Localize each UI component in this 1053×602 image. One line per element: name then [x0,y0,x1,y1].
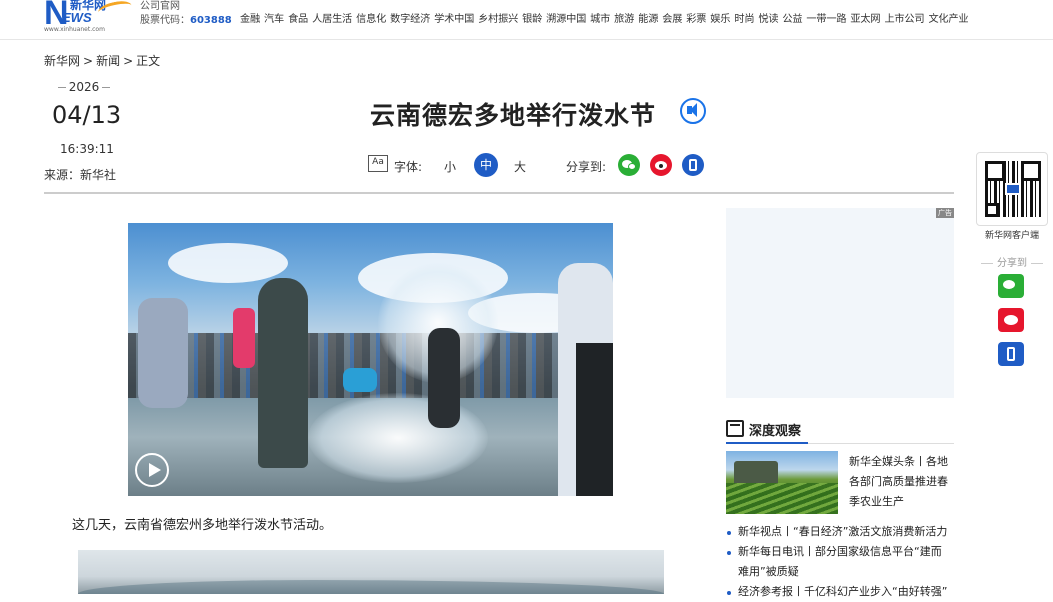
channel-link[interactable]: 彩票 [686,14,706,25]
channel-link[interactable]: 亚太网 [850,14,880,25]
feature-thumbnail-farmland[interactable] [726,451,838,514]
stock-code: 股票代码：603888 [140,15,232,26]
logo-text: EWS [62,10,92,25]
channel-link[interactable]: 文化产业 [928,14,968,25]
feature-headline[interactable]: 新华全媒头条丨各地各部门高质量推进春季农业生产 [849,452,955,512]
news-list-item[interactable]: 经济参考报丨千亿科幻产业步入“由好转强” [726,582,954,602]
mobile-share-icon[interactable] [682,154,704,176]
channel-link[interactable]: 能源 [638,14,658,25]
section-title: 深度观察 [749,424,802,439]
app-qr-code [976,152,1048,226]
channel-link[interactable]: 会展 [662,14,682,25]
article-paragraph: 这几天，云南省德宏州多地举行泼水节活动。 [72,518,333,533]
font-size-icon: Aa [368,155,388,172]
article-source: 来源：新华社 [44,168,117,182]
channel-link[interactable]: 数字经济 [390,14,430,25]
title-divider [44,192,954,194]
news-list-item[interactable]: 新华每日电讯丨部分国家级信息平台“建而 [726,542,954,562]
publish-date: 04/13 [52,101,122,129]
ad-banner[interactable]: 广告 [726,208,954,398]
channel-link[interactable]: 银龄 [522,14,542,25]
rail-mobile-icon[interactable] [998,342,1024,366]
font-small-button[interactable]: 小 [444,158,456,175]
share-label: 分享到: [566,160,607,174]
wechat-share-icon[interactable] [618,154,640,176]
breadcrumb-news[interactable]: 新闻 [96,54,120,68]
deep-news-list: 新华视点丨“春日经济”激活文旅消费新活力 新华每日电讯丨部分国家级信息平台“建而… [726,522,954,602]
channel-link[interactable]: 汽车 [264,14,284,25]
breadcrumb-separator: > [123,54,134,68]
font-size-label: 字体: [394,160,423,174]
logo-url: www.xinhuanet.com [44,26,105,33]
rail-share-header: 分享到 [976,254,1048,269]
channel-link[interactable]: 时尚 [734,14,754,25]
channel-link[interactable]: 悦读 [758,14,778,25]
channel-link[interactable]: 金融 [240,14,260,25]
qr-code-icon [985,161,1041,217]
breadcrumb: 新华网 > 新闻 > 正文 [44,52,163,69]
article-photo-2 [78,550,664,594]
breadcrumb-home[interactable]: 新华网 [44,54,80,68]
publish-year: 2026 [52,80,116,94]
channel-link[interactable]: 食品 [288,14,308,25]
rail-wechat-icon[interactable] [998,274,1024,298]
article-photo-water-splashing [128,223,613,496]
rail-weibo-icon[interactable] [998,308,1024,332]
channel-link[interactable]: 学术中国 [434,14,474,25]
font-large-button[interactable]: 大 [514,158,526,175]
site-logo[interactable]: N 新华网 EWS www.xinhuanet.com [44,0,134,34]
audio-play-icon[interactable] [680,98,706,124]
app-qr-label: 新华网客户端 [984,231,1039,241]
news-list-item[interactable]: 新华视点丨“春日经济”激活文旅消费新活力 [726,522,954,542]
article-title: 云南德宏多地举行泼水节 [370,101,657,130]
channel-link[interactable]: 乡村振兴 [478,14,518,25]
top-row-divider [240,0,960,2]
weibo-share-icon[interactable] [650,154,672,176]
company-info: 公司官网 股票代码：603888 [140,0,232,28]
calendar-icon [726,420,744,437]
publish-time: 16:39:11 [60,142,114,156]
channel-link[interactable]: 信息化 [356,14,386,25]
news-list-item-continued[interactable]: 难用”被质疑 [726,562,954,582]
font-medium-button[interactable]: 中 [474,153,498,177]
channel-link[interactable]: 城市 [590,14,610,25]
section-underline [726,442,808,444]
ad-tag: 广告 [936,208,954,218]
channel-link[interactable]: 娱乐 [710,14,730,25]
channel-link[interactable]: 人居生活 [312,14,352,25]
company-site-link[interactable]: 公司官网 [140,0,232,14]
channel-link[interactable]: 一带一路 [806,14,846,25]
top-bar: N 新华网 EWS www.xinhuanet.com 公司官网 股票代码：60… [0,0,1053,40]
channel-nav: 金融 汽车 食品 人居生活 信息化 数字经济 学术中国 乡村振兴 银龄 溯源中国… [240,10,969,25]
channel-link[interactable]: 上市公司 [884,14,924,25]
channel-link[interactable]: 公益 [782,14,802,25]
deep-observation-header: 深度观察 [726,418,954,444]
breadcrumb-current: 正文 [136,54,161,68]
channel-link[interactable]: 溯源中国 [546,14,586,25]
channel-link[interactable]: 旅游 [614,14,634,25]
video-play-icon[interactable] [135,453,169,487]
breadcrumb-separator: > [83,54,94,68]
